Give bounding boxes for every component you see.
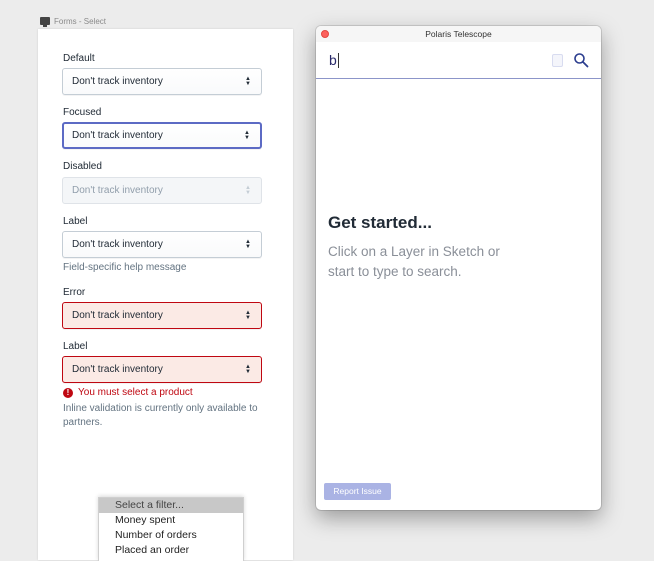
window-title: Polaris Telescope (425, 29, 492, 39)
filter-option[interactable]: Placed an order (99, 543, 243, 558)
instructions-text: Click on a Layer in Sketch or start to t… (328, 244, 500, 279)
window-titlebar[interactable]: Polaris Telescope (316, 26, 601, 42)
alert-icon: ! (63, 387, 73, 398)
monitor-icon (40, 17, 50, 27)
filter-option[interactable]: Select a filter... (99, 498, 243, 513)
text-caret (337, 52, 339, 68)
polaris-telescope-window: Polaris Telescope b Get started... Click… (316, 26, 601, 510)
field-label-error: Error (63, 287, 86, 298)
select-arrows-icon: ▲ ▼ (245, 184, 251, 196)
error-message: ! You must select a product (63, 387, 193, 398)
field-label-label-2: Label (63, 341, 88, 352)
select-focused[interactable]: Don't track inventory ▲ ▼ (62, 122, 262, 149)
help-text: Field-specific help message (63, 262, 187, 273)
field-label-focused: Focused (63, 107, 102, 118)
select-value: Don't track inventory (72, 364, 163, 375)
filter-option[interactable]: Number of orders (99, 528, 243, 543)
select-value: Don't track inventory (72, 185, 163, 196)
select-arrows-icon: ▲ ▼ (244, 129, 250, 141)
search-bar: b (316, 42, 601, 79)
filter-option[interactable]: Money spent (99, 513, 243, 528)
select-arrows-icon: ▲ ▼ (245, 363, 251, 375)
clipboard-icon[interactable] (552, 54, 563, 67)
select-error[interactable]: Don't track inventory ▲ ▼ (62, 302, 262, 329)
search-icon[interactable] (573, 52, 589, 68)
select-with-help[interactable]: Don't track inventory ▲ ▼ (62, 231, 262, 258)
artboard-label: Forms - Select (40, 15, 106, 27)
select-disabled: Don't track inventory ▲ ▼ (62, 177, 262, 204)
select-value: Don't track inventory (72, 76, 163, 87)
close-button[interactable] (321, 30, 329, 38)
field-label-disabled: Disabled (63, 161, 102, 172)
error-text: You must select a product (78, 387, 193, 398)
select-arrows-icon: ▲ ▼ (245, 309, 251, 321)
select-validation-error[interactable]: Don't track inventory ▲ ▼ (62, 356, 262, 383)
search-input-value: b (329, 52, 337, 68)
artboard-forms-select: Default Don't track inventory ▲ ▼ Focused… (38, 29, 293, 560)
search-input[interactable]: b (329, 52, 339, 68)
validation-help-text: Inline validation is currently only avai… (63, 403, 258, 428)
select-arrows-icon: ▲ ▼ (245, 75, 251, 87)
field-label-label: Label (63, 216, 88, 227)
filter-dropdown[interactable]: Select a filter... Money spent Number of… (98, 497, 244, 561)
get-started-heading: Get started... (328, 213, 432, 232)
artboard-title: Forms - Select (54, 16, 107, 26)
select-default[interactable]: Don't track inventory ▲ ▼ (62, 68, 262, 95)
report-issue-button[interactable]: Report Issue (324, 483, 391, 500)
select-value: Don't track inventory (72, 239, 163, 250)
select-value: Don't track inventory (72, 310, 163, 321)
select-arrows-icon: ▲ ▼ (245, 238, 251, 250)
field-label-default: Default (63, 53, 95, 64)
select-value: Don't track inventory (72, 130, 163, 141)
